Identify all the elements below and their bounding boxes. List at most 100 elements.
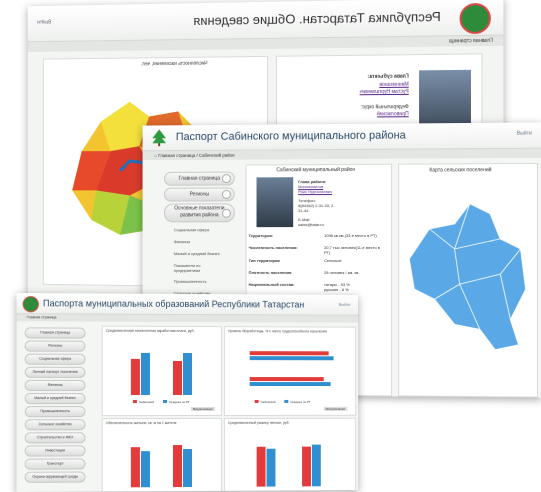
sidebar-item[interactable]: Финансы [24, 379, 86, 391]
nav-indicators-button[interactable]: Основные показатели развития района [164, 203, 235, 223]
row-value: 28 человек / км. кв. [324, 269, 360, 276]
row-key: Территория: [248, 233, 274, 239]
bar [172, 360, 182, 395]
bar [249, 356, 334, 361]
federal-label: Федеральный округ: [360, 104, 409, 111]
head-link[interactable]: Минниханов [379, 82, 408, 88]
tree-emblem-icon [152, 129, 167, 147]
page-title: Паспорт Сабинского муниципального района [175, 129, 406, 144]
legend-label: Среднее по РТ [169, 400, 190, 404]
sidebar-item[interactable]: Транспорт [24, 458, 86, 470]
bar [140, 451, 150, 488]
federal-link[interactable]: Приволжский [377, 111, 409, 117]
legend-label: Сабинский [139, 400, 154, 404]
sidebar-item[interactable]: Строительство и ЖКХ [24, 432, 86, 444]
legend-label: Сабинский [261, 400, 276, 404]
bar [172, 444, 182, 487]
sidebar-item[interactable]: Регионы [24, 340, 86, 352]
sidebar-item-label: Инвестиции [45, 448, 65, 453]
chevron-icon [221, 208, 231, 218]
bar [140, 351, 150, 395]
exit-link[interactable]: Выйти [517, 131, 532, 137]
submenu-industry[interactable]: Промышленность [174, 279, 207, 284]
row-key: Тип территории [248, 258, 280, 263]
bar [284, 399, 289, 403]
chart-panel-housing: Обеспеченность жильем, кв. м на 1 жителя [101, 417, 222, 492]
bar [130, 358, 140, 396]
settlements-map-panel: Карта сельских поселений [398, 162, 538, 398]
bar [130, 447, 140, 488]
bar [249, 382, 331, 387]
nav-indicators-label: Основные показатели развития района [174, 205, 225, 219]
sidebar-item-label: Финансы [47, 382, 63, 387]
phone-value: 8(84362) 2-31-33, 2-31-44 [298, 203, 335, 214]
sidebar-item-label: Сельское хозяйство [38, 422, 72, 427]
breadcrumb[interactable]: Главная страница [16, 314, 359, 323]
submenu-business[interactable]: Малый и средний бизнес [174, 251, 220, 256]
sidebar-item[interactable]: Инвестиции [24, 445, 86, 457]
bar [249, 377, 324, 382]
settlements-map[interactable] [399, 178, 535, 380]
breadcrumb-text[interactable]: Главная страница / Сабинский район [158, 153, 235, 158]
bar [254, 399, 259, 403]
exit-link[interactable]: Выйти [37, 19, 51, 25]
head-link-name[interactable]: Раис Нургалиевич [298, 189, 332, 194]
bar [302, 446, 311, 487]
chevron-icon [221, 189, 231, 199]
sidebar-item[interactable]: Социальная сфера [24, 353, 86, 365]
chart-panel-unemployment: Уровень безработицы, % к числу трудоспос… [223, 326, 357, 416]
sidebar-item[interactable]: Главная страница [24, 327, 86, 339]
chart-title: Уровень безработицы, % к числу трудоспос… [227, 329, 327, 334]
visualize-button[interactable]: Визуализация [190, 406, 215, 411]
bar [162, 399, 167, 403]
nav-home-button[interactable]: Главная страница [164, 171, 235, 186]
chart-title: Среднемесячный размер пенсии, руб. [227, 420, 290, 425]
nav-regions-button[interactable]: Регионы [164, 187, 235, 202]
sidebar-item-label: Главная страница [40, 330, 71, 335]
sidebar-item-label: Социальная сфера [39, 356, 72, 361]
sidebar-item-label: Промышленность [40, 409, 70, 414]
sidebar-item[interactable]: Малый и средний бизнес [24, 393, 86, 405]
chart-panel-pension: Среднемесячный размер пенсии, руб. [223, 417, 357, 492]
bar [311, 444, 321, 487]
map-title: Численность населения, чел. [140, 60, 208, 68]
tatarstan-emblem-icon [22, 296, 39, 313]
map-title: Карта сельских поселений [429, 167, 492, 174]
visualize-button[interactable]: Визуализация [323, 406, 347, 411]
row-key: Плотность населения [248, 269, 292, 275]
bar [182, 448, 193, 488]
nav-home-label: Главная страница [178, 175, 220, 182]
row-value: 1098 кв.км.(33-е место в РТ) [324, 232, 377, 239]
page-title: Республика Татарстан. Общие сведения [193, 8, 441, 29]
sidebar-item[interactable]: Охрана окружающей среды [24, 471, 86, 483]
bar [132, 400, 137, 404]
exit-link[interactable]: Выйти [339, 302, 351, 307]
row-key: Национальный состав: [248, 281, 295, 287]
bar [256, 446, 266, 487]
row-value: татары - 93 % русские - 6 % [324, 281, 350, 293]
unemployment-bar-chart: Сабинский Среднее по РТ [249, 351, 334, 404]
pension-bar-chart [256, 444, 321, 487]
chevron-icon [221, 174, 231, 184]
submenu-finance[interactable]: Финансы [174, 239, 190, 244]
breadcrumb: ⌂ Главная страница / Сабинский район [142, 148, 541, 161]
row-value: 30,7 тыс.человек(11-е место в РТ) [324, 244, 380, 256]
sidebar-item-label: Регионы [48, 343, 63, 348]
bar [182, 352, 193, 396]
row-key: Численность населения: [248, 245, 298, 251]
sidebar-item[interactable]: Личный паспорт поселения [24, 366, 86, 378]
submenu-enterprises[interactable]: Показатели по предприятиям [174, 263, 223, 273]
submenu-social[interactable]: Социальная сфера [174, 227, 209, 232]
head-link-name[interactable]: Рустам Нургалиевич [360, 89, 409, 95]
head-portrait-photo [256, 177, 294, 228]
head-label: Глава субъекта: [367, 73, 409, 80]
sidebar-item-label: Транспорт [46, 461, 64, 466]
tatarstan-emblem-icon [459, 2, 491, 35]
sidebar-item[interactable]: Сельское хозяйство [24, 419, 86, 431]
home-icon[interactable]: ⌂ [154, 153, 157, 158]
housing-bar-chart [130, 444, 193, 488]
chart-panel-salary: Среднемесячная начисленная заработная пл… [101, 325, 222, 417]
sidebar-item[interactable]: Промышленность [24, 406, 86, 418]
header-bar: Паспорт Сабинского муниципального района… [142, 122, 541, 152]
sidebar-item-label: Строительство и ЖКХ [36, 435, 74, 440]
